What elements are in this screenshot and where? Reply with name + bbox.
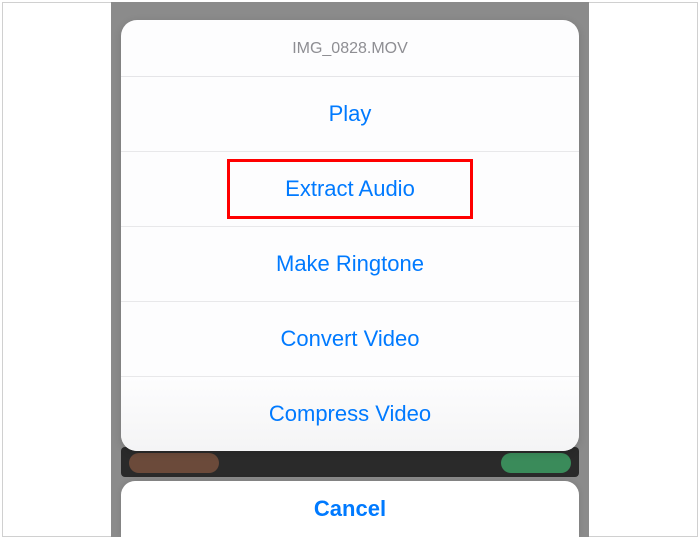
- background-pill-left: [129, 453, 219, 473]
- cancel-button[interactable]: Cancel: [121, 481, 579, 537]
- option-label: Make Ringtone: [276, 251, 424, 276]
- option-convert-video[interactable]: Convert Video: [121, 302, 579, 377]
- option-label: Extract Audio: [285, 176, 415, 201]
- action-sheet: IMG_0828.MOV Play Extract Audio Make Rin…: [121, 20, 579, 451]
- option-label: Play: [329, 101, 372, 126]
- option-play[interactable]: Play: [121, 77, 579, 152]
- option-label: Compress Video: [269, 401, 431, 426]
- option-make-ringtone[interactable]: Make Ringtone: [121, 227, 579, 302]
- option-compress-video[interactable]: Compress Video: [121, 377, 579, 451]
- option-extract-audio[interactable]: Extract Audio: [121, 152, 579, 227]
- screenshot-frame: IMG_0828.MOV Play Extract Audio Make Rin…: [2, 2, 698, 537]
- background-pill-right: [501, 453, 571, 473]
- sheet-title: IMG_0828.MOV: [121, 20, 579, 77]
- cancel-label: Cancel: [314, 496, 386, 522]
- option-label: Convert Video: [280, 326, 419, 351]
- phone-background: IMG_0828.MOV Play Extract Audio Make Rin…: [111, 2, 589, 537]
